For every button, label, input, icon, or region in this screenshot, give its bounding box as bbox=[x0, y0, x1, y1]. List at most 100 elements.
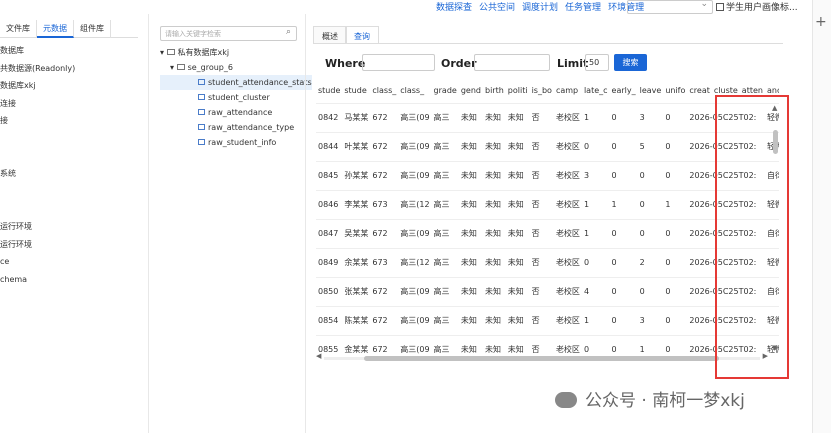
table-row[interactable]: 0847 吴某某 672 高三(09 高三 未知 未知 未知否老校区 1 0 0 0 2026-05C2… bbox=[316, 218, 779, 248]
column-header[interactable]: politi bbox=[506, 79, 530, 103]
table-cell: 未知 bbox=[458, 131, 483, 161]
limit-input[interactable]: 50 bbox=[585, 54, 609, 71]
column-header[interactable]: stude bbox=[342, 79, 370, 103]
column-header[interactable]: class_ bbox=[370, 79, 398, 103]
where-input[interactable] bbox=[362, 54, 435, 71]
left-item[interactable]: 共数据源(Readonly) bbox=[0, 60, 146, 78]
table-row[interactable]: 0854 陈某某 672 高三(09 高三 未知 未知 未知否老校区 1 0 3 0 2026-05C2… bbox=[316, 305, 779, 335]
left-item[interactable]: ce bbox=[0, 253, 146, 271]
left-item[interactable]: 运行环境 bbox=[0, 236, 146, 254]
column-header[interactable]: grade bbox=[432, 79, 459, 103]
left-item[interactable] bbox=[0, 183, 146, 201]
column-header[interactable]: class_ bbox=[398, 79, 431, 103]
table-cell: 0 bbox=[609, 218, 638, 248]
nav-schedule-plan[interactable]: 调度计划 bbox=[522, 0, 558, 14]
left-item[interactable] bbox=[0, 130, 146, 148]
table-cell: 未知 bbox=[482, 247, 506, 277]
table-cell: 673 bbox=[370, 189, 399, 219]
table-header-row: stude stude class_ class_ grade gend birth poli… bbox=[316, 79, 779, 103]
table-cell: 高三 bbox=[431, 334, 459, 354]
table-cell: 未知 bbox=[482, 276, 506, 306]
tree-node-table[interactable]: raw_attendance bbox=[160, 105, 312, 120]
table-cell: 未知 bbox=[482, 160, 506, 190]
table-cell: 0 bbox=[609, 305, 638, 335]
table-row[interactable]: 0842 马某某 672 高三(09 高三 未知 未知 未知否老校区 1 0 3 0 2026-05C2… bbox=[316, 102, 779, 132]
order-input[interactable] bbox=[474, 54, 550, 71]
table-row[interactable]: 0845 孙某某 672 高三(09 高三 未知 未知 未知否老校区 3 0 0 0 2026-05C2… bbox=[316, 160, 779, 190]
table-cell: 0849 bbox=[316, 247, 343, 277]
table-row[interactable]: 0850 张某某 672 高三(09 高三 未知 未知 未知否老校区 4 0 0 0 2026-05C2… bbox=[316, 276, 779, 306]
table-cell: 否 bbox=[529, 247, 554, 277]
column-header[interactable]: leave bbox=[638, 79, 664, 103]
left-item[interactable]: 接 bbox=[0, 112, 146, 130]
left-item[interactable]: 数据库 bbox=[0, 42, 146, 60]
table-cell: 未知 bbox=[458, 102, 483, 132]
folder-icon bbox=[176, 64, 185, 70]
table-cell: 未知 bbox=[505, 276, 530, 306]
table-cell: 未知 bbox=[505, 334, 530, 354]
tree-node-group[interactable]: ▾ se_group_6 bbox=[160, 60, 312, 75]
table-row[interactable]: 0849 余某某 673 高三(12 高三 未知 未知 未知否老校区 0 0 2 0 2026-05C2… bbox=[316, 247, 779, 277]
tree-node-table[interactable]: student_attendance_stats bbox=[160, 75, 312, 90]
tab-overview[interactable]: 概述 bbox=[313, 26, 347, 44]
search-button[interactable]: 搜索 bbox=[614, 54, 647, 71]
left-item[interactable]: 数据库xkj bbox=[0, 77, 146, 95]
scroll-thumb[interactable] bbox=[364, 356, 719, 361]
nav-public-space[interactable]: 公共空间 bbox=[479, 0, 515, 14]
metadata-tree: ▾ 私有数据库xkj ▾ se_group_6 student_attendan… bbox=[160, 45, 312, 150]
project-selector[interactable]: 学生用户画像标... bbox=[716, 0, 811, 14]
left-item[interactable] bbox=[0, 200, 146, 218]
tab-query[interactable]: 查询 bbox=[345, 26, 379, 44]
table-cell: 高三(12 bbox=[398, 247, 432, 277]
tree-node-table[interactable]: student_cluster bbox=[160, 90, 312, 105]
tab-file-library[interactable]: 文件库 bbox=[0, 20, 37, 38]
table-cell: 高三 bbox=[431, 160, 459, 190]
table-cell: 0 bbox=[663, 334, 688, 354]
tree-node-db[interactable]: ▾ 私有数据库xkj bbox=[160, 45, 312, 60]
nav-task-management[interactable]: 任务管理 bbox=[565, 0, 601, 14]
tree-node-table[interactable]: raw_student_info bbox=[160, 135, 312, 150]
scroll-left-icon[interactable]: ◀ bbox=[316, 352, 321, 360]
column-header[interactable]: unifo bbox=[663, 79, 687, 103]
column-header[interactable]: camp bbox=[554, 79, 582, 103]
column-header[interactable]: early_ bbox=[610, 79, 638, 103]
search-icon[interactable]: ⌕ bbox=[286, 27, 291, 37]
left-item[interactable]: chema bbox=[0, 271, 146, 289]
tree-node-table[interactable]: raw_attendance_type bbox=[160, 120, 312, 135]
table-row[interactable]: 0844 叶某某 672 高三(09 高三 未知 未知 未知否老校区 0 0 5 0 2026-05C2… bbox=[316, 131, 779, 161]
table-cell: 高三(09 bbox=[398, 305, 432, 335]
column-header[interactable]: is_bo bbox=[530, 79, 554, 103]
table-cell: 未知 bbox=[458, 247, 483, 277]
table-cell: 高三(09 bbox=[398, 131, 432, 161]
column-header[interactable]: stude bbox=[316, 79, 342, 103]
table-cell: 1 bbox=[637, 334, 664, 354]
table-cell: 1 bbox=[663, 189, 688, 219]
table-cell: 未知 bbox=[505, 102, 530, 132]
left-item[interactable]: 连接 bbox=[0, 95, 146, 113]
table-cell: 未知 bbox=[482, 189, 506, 219]
horizontal-scrollbar[interactable]: ◀ ▶ bbox=[316, 352, 768, 362]
table-cell: 0 bbox=[663, 160, 688, 190]
nav-data-explore[interactable]: 数据探查 bbox=[436, 0, 472, 14]
table-cell: 2 bbox=[637, 247, 664, 277]
column-header[interactable]: birth bbox=[483, 79, 506, 103]
watermark-text: 公众号 · 南柯一梦xkj bbox=[585, 391, 745, 411]
add-icon[interactable]: + bbox=[815, 14, 827, 30]
search-input[interactable]: 请输入关键字检索 bbox=[160, 26, 297, 41]
table-cell: 672 bbox=[370, 131, 399, 161]
left-item[interactable]: 系统 bbox=[0, 165, 146, 183]
tab-metadata[interactable]: 元数据 bbox=[37, 20, 74, 38]
env-select[interactable] bbox=[627, 0, 713, 14]
column-header[interactable]: creat bbox=[687, 79, 711, 103]
left-item[interactable] bbox=[0, 148, 146, 166]
tab-component-library[interactable]: 组件库 bbox=[74, 20, 111, 38]
column-header[interactable]: late_c bbox=[582, 79, 610, 103]
table-cell: 3 bbox=[637, 305, 664, 335]
calendar-icon bbox=[716, 3, 724, 11]
table-cell: 0 bbox=[637, 276, 664, 306]
left-item[interactable]: 运行环境 bbox=[0, 218, 146, 236]
table-row[interactable]: 0855 金某某 672 高三(09 高三 未知 未知 未知否老校区 0 0 1 0 2026-05C2… bbox=[316, 334, 779, 354]
table-row[interactable]: 0846 李某某 673 高三(12 高三 未知 未知 未知否老校区 1 1 0 1 2026-05C2… bbox=[316, 189, 779, 219]
table-cell: 672 bbox=[370, 334, 399, 354]
column-header[interactable]: gend bbox=[459, 79, 483, 103]
